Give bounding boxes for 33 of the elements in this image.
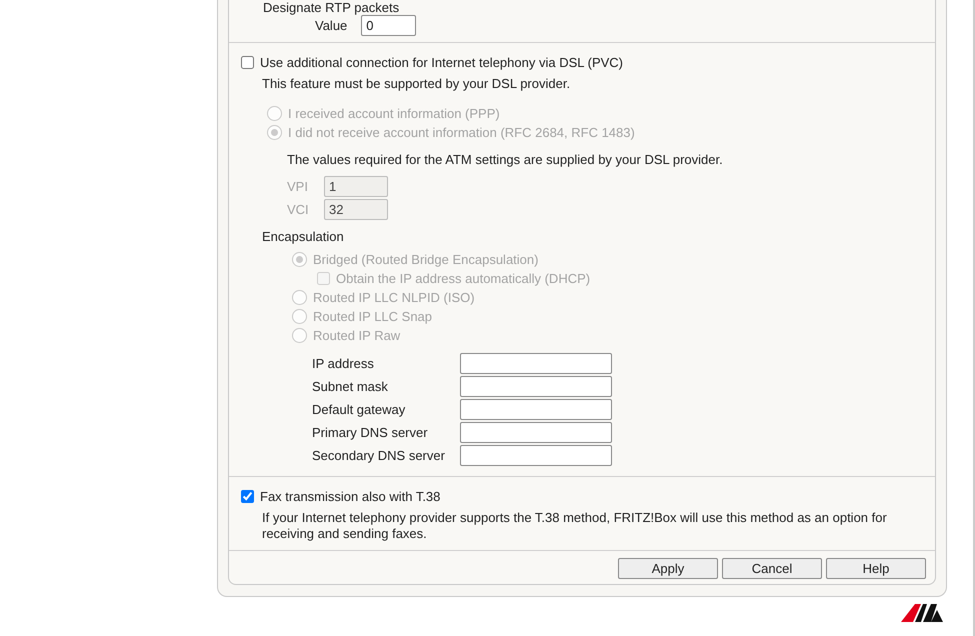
- note-text: If your Internet telephony provider supports the T.38 method, FRITZ!Box will use this method as an option for receiving and sending faxes.: [261, 510, 888, 542]
- field-label: VCI: [287, 202, 310, 217]
- note-text: This feature must be supported by your DSL provider.: [261, 76, 572, 91]
- radio-label: Bridged (Routed Bridge Encapsulation): [313, 252, 538, 267]
- radio-label: Routed IP Raw: [313, 328, 400, 343]
- field-label: Default gateway: [312, 402, 406, 417]
- radio-label: Routed IP LLC NLPID (ISO): [313, 290, 475, 305]
- checkbox-label: Fax transmission also with T.38: [260, 489, 440, 504]
- checkbox-label: Use additional connection for Internet telephony via DSL (PVC): [260, 55, 623, 70]
- input-field[interactable]: [460, 422, 612, 443]
- input-field[interactable]: [460, 399, 612, 420]
- field-label: Value: [315, 18, 348, 33]
- dialog-button[interactable]: Apply: [618, 558, 718, 579]
- note-text: The values required for the ATM settings are supplied by your DSL provider.: [286, 152, 724, 167]
- field-label: Secondary DNS server: [312, 448, 446, 463]
- dialog-button[interactable]: Cancel: [722, 558, 822, 579]
- checkbox-label: Obtain the IP address automatically (DHCP): [336, 271, 590, 286]
- radio-label: I received account information (PPP): [288, 106, 500, 121]
- value-field[interactable]: 0: [361, 15, 416, 36]
- checkbox[interactable]: [241, 56, 254, 69]
- section-heading: Designate RTP packets: [262, 0, 400, 15]
- dialog-button[interactable]: Help: [826, 558, 926, 579]
- checkbox[interactable]: [241, 490, 254, 503]
- field-label: Primary DNS server: [312, 425, 429, 440]
- input-field[interactable]: [460, 376, 612, 397]
- input-field[interactable]: [460, 353, 612, 374]
- field-label: Subnet mask: [312, 379, 389, 394]
- input-field[interactable]: [460, 445, 612, 466]
- radio-label: Routed IP LLC Snap: [313, 309, 432, 324]
- section-heading: Encapsulation: [261, 229, 345, 244]
- radio-label: I did not receive account information (RFC 2684, RFC 1483): [288, 125, 635, 140]
- field-label: VPI: [287, 179, 309, 194]
- field-label: IP address: [312, 356, 375, 371]
